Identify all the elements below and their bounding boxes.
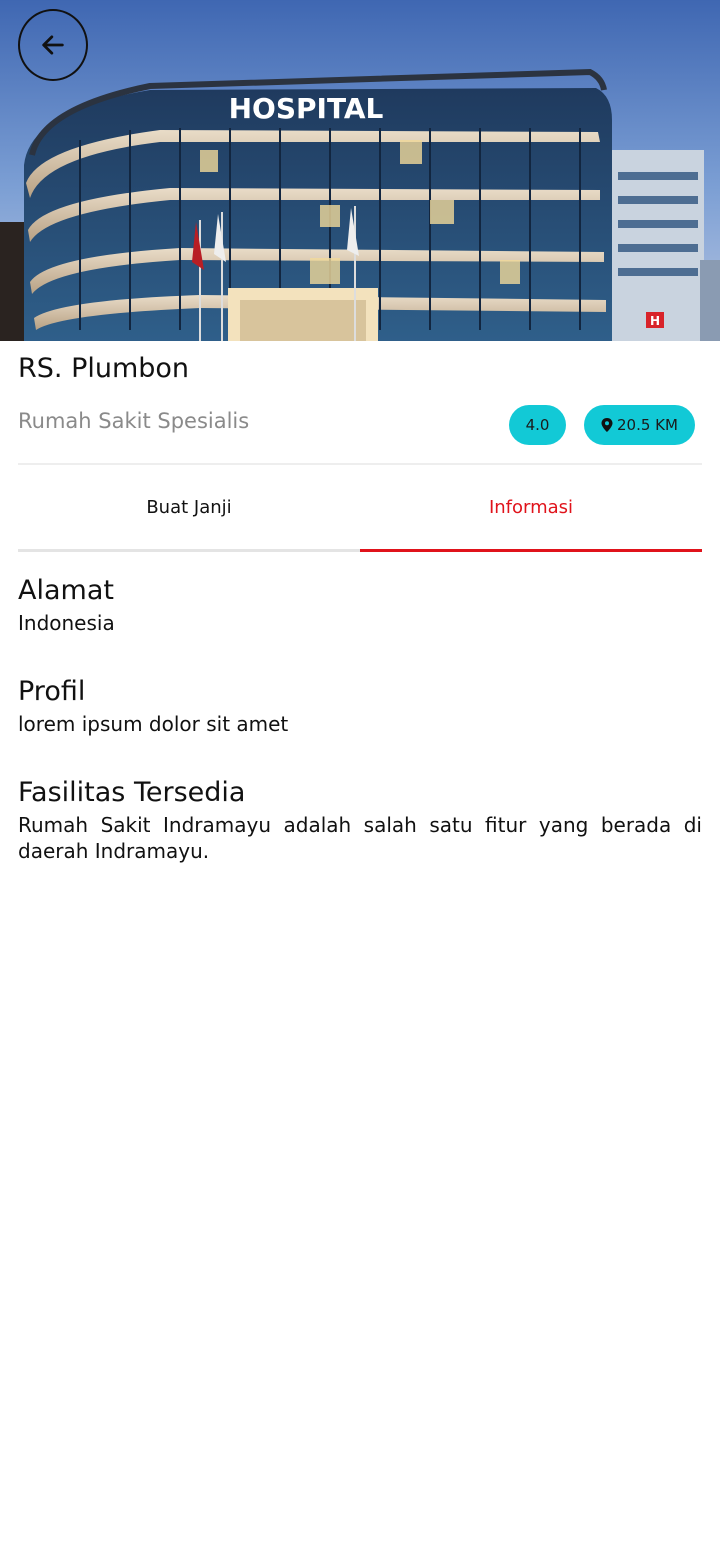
address-heading: Alamat bbox=[18, 575, 114, 606]
address-text: Indonesia bbox=[18, 611, 115, 635]
profile-heading: Profil bbox=[18, 676, 86, 707]
tab-buat-janji[interactable]: Buat Janji bbox=[18, 465, 360, 549]
facilities-heading: Fasilitas Tersedia bbox=[18, 777, 246, 808]
distance-value: 20.5 KM bbox=[617, 416, 678, 434]
hospital-sign-text: HOSPITAL bbox=[229, 92, 384, 125]
profile-text: lorem ipsum dolor sit amet bbox=[18, 712, 289, 736]
map-pin-icon bbox=[601, 418, 613, 432]
hospital-hero-image: HOSPITAL H bbox=[0, 0, 720, 341]
distance-badge: 20.5 KM bbox=[584, 405, 695, 445]
address-section: Alamat Indonesia bbox=[18, 574, 702, 636]
facilities-section: Fasilitas Tersedia Rumah Sakit Indramayu… bbox=[18, 776, 702, 864]
facilities-text: Rumah Sakit Indramayu adalah salah satu … bbox=[18, 813, 702, 863]
tab-bar: Buat Janji Informasi bbox=[18, 465, 702, 552]
svg-text:H: H bbox=[650, 314, 660, 328]
hospital-type: Rumah Sakit Spesialis bbox=[18, 409, 250, 433]
informasi-content: Alamat Indonesia Profil lorem ipsum dolo… bbox=[18, 574, 702, 864]
hospital-name: RS. Plumbon bbox=[18, 353, 190, 384]
hospital-header: RS. Plumbon Rumah Sakit Spesialis 4.0 20… bbox=[18, 341, 702, 465]
arrow-left-icon bbox=[42, 35, 64, 55]
rating-badge: 4.0 bbox=[509, 405, 566, 445]
rating-value: 4.0 bbox=[525, 416, 550, 434]
back-button[interactable] bbox=[18, 9, 88, 81]
profile-section: Profil lorem ipsum dolor sit amet bbox=[18, 675, 702, 737]
tab-informasi[interactable]: Informasi bbox=[360, 465, 702, 552]
